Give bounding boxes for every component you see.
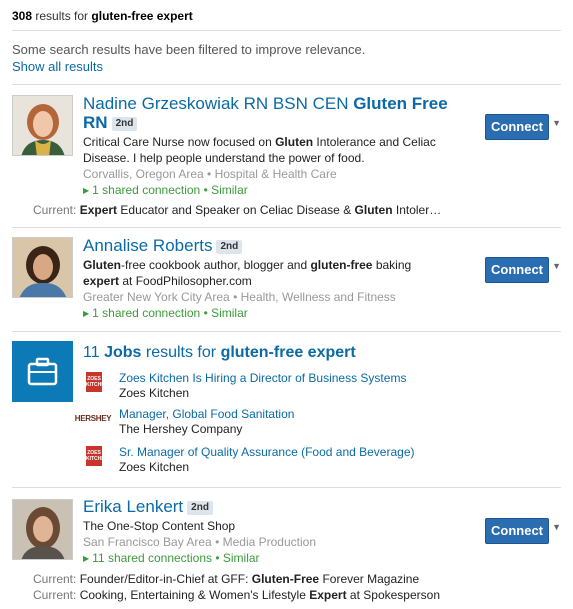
- headline: Gluten-free cookbook author, blogger and…: [83, 258, 412, 288]
- profile-name-link[interactable]: Erika Lenkert 2nd: [83, 497, 469, 516]
- results-count-header: 308 results for gluten-free expert: [12, 9, 193, 23]
- profile-name-link[interactable]: Annalise Roberts 2nd: [83, 236, 469, 255]
- divider: [12, 331, 561, 332]
- expand-triangle-icon: ▶: [83, 554, 90, 563]
- jobs-results-block: 11 Jobs results for gluten-free expert Z…: [12, 341, 561, 479]
- shared-connections-link[interactable]: ▶ 1 shared connection • Similar: [83, 182, 469, 199]
- shared-connections-link[interactable]: ▶ 1 shared connection • Similar: [83, 305, 469, 322]
- name-highlight: Gluten Free: [353, 94, 448, 113]
- job-title-link[interactable]: Manager, Global Food Sanitation: [119, 407, 294, 422]
- location-industry: San Francisco Bay Area • Media Productio…: [83, 535, 316, 549]
- divider: [12, 487, 561, 488]
- divider: [12, 30, 561, 31]
- briefcase-icon: [12, 341, 73, 402]
- chevron-down-icon[interactable]: ▼: [552, 118, 561, 128]
- job-company: Zoes Kitchen: [119, 386, 190, 400]
- chevron-down-icon[interactable]: ▼: [552, 522, 561, 532]
- location-industry: Greater New York City Area • Health, Wel…: [83, 290, 396, 304]
- divider: [12, 227, 561, 228]
- company-logo: ZOES KITCHEN: [83, 371, 108, 393]
- search-result-annalise: Annalise Roberts 2nd Gluten-free cookbook…: [12, 236, 561, 324]
- degree-badge: 2nd: [111, 117, 138, 131]
- chevron-down-icon[interactable]: ▼: [552, 261, 561, 271]
- degree-badge: 2nd: [187, 501, 213, 515]
- current-position: Current: Expert Educator and Speaker on …: [33, 203, 442, 217]
- profile-name-link[interactable]: Nadine Grzeskowiak RN BSN CEN Gluten Fre…: [83, 94, 469, 132]
- filter-note: Some search results have been filtered t…: [12, 42, 366, 57]
- current-position: Current: Founder/Editor-in-Chief at GFF:…: [33, 572, 420, 586]
- degree-badge: 2nd: [216, 240, 243, 254]
- divider: [12, 84, 561, 85]
- result-body: Erika Lenkert 2nd The One-Stop Content Sh…: [83, 497, 469, 567]
- result-body: Annalise Roberts 2nd Gluten-free cookbook…: [83, 236, 469, 322]
- company-logo: HERSHEY: [74, 413, 112, 423]
- profile-photo[interactable]: [12, 237, 73, 298]
- job-title-link[interactable]: Zoes Kitchen Is Hiring a Director of Bus…: [119, 371, 406, 386]
- headline: The One-Stop Content Shop: [83, 519, 236, 533]
- expand-triangle-icon: ▶: [83, 186, 90, 195]
- jobs-heading-link[interactable]: 11 Jobs results for gluten-free expert: [83, 344, 561, 362]
- name-text: Nadine Grzeskowiak RN BSN CEN: [83, 94, 349, 113]
- connect-button[interactable]: Connect: [485, 518, 549, 544]
- connect-button[interactable]: Connect: [485, 257, 549, 283]
- headline: Critical Care Nurse now focused on Glute…: [83, 135, 436, 165]
- shared-connections-link[interactable]: ▶ 11 shared connections • Similar: [83, 550, 469, 567]
- company-logo: ZOES KITCHEN: [83, 445, 108, 467]
- results-for-text: results for: [35, 9, 89, 23]
- expand-triangle-icon: ▶: [83, 309, 90, 318]
- results-count: 308: [12, 9, 33, 23]
- job-company: The Hershey Company: [119, 422, 243, 436]
- current-position: Current: Cooking, Entertaining & Women's…: [33, 588, 440, 602]
- job-title-link[interactable]: Sr. Manager of Quality Assurance (Food a…: [119, 445, 415, 460]
- show-all-results-link[interactable]: Show all results: [12, 59, 103, 74]
- job-company: Zoes Kitchen: [119, 460, 190, 474]
- profile-photo[interactable]: [12, 95, 73, 156]
- result-body: Nadine Grzeskowiak RN BSN CEN Gluten Fre…: [83, 94, 469, 199]
- connect-button[interactable]: Connect: [485, 114, 549, 140]
- location-industry: Corvallis, Oregon Area • Hospital & Heal…: [83, 167, 337, 181]
- name-highlight: RN: [83, 113, 108, 132]
- search-query: gluten-free expert: [91, 9, 193, 23]
- search-result-nadine: Nadine Grzeskowiak RN BSN CEN Gluten Fre…: [12, 94, 561, 220]
- search-result-erika: Erika Lenkert 2nd The One-Stop Content Sh…: [12, 497, 561, 607]
- profile-photo[interactable]: [12, 499, 73, 560]
